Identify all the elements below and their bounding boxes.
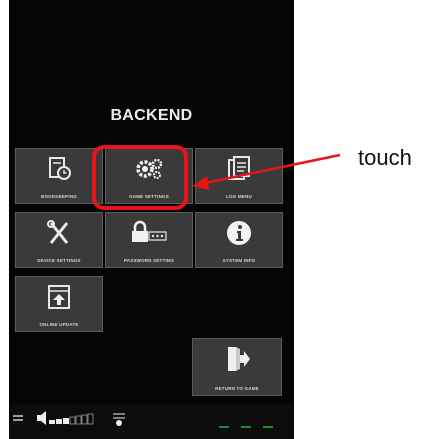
- arrow-icon: [192, 153, 341, 190]
- callout-label: touch: [358, 145, 412, 170]
